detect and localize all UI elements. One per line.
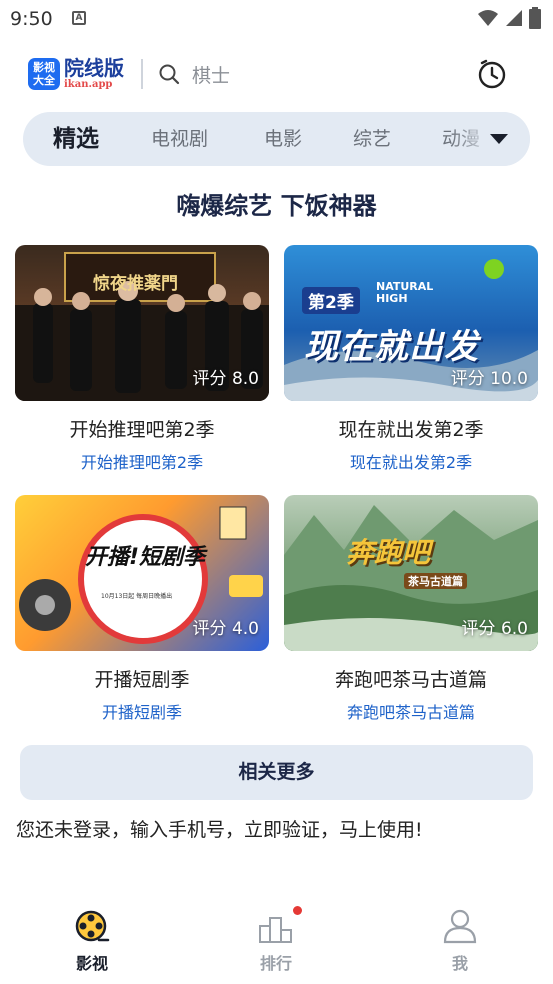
nav-label: 排行: [259, 954, 292, 973]
show-title[interactable]: 开播短剧季: [15, 665, 269, 692]
poster-title: 现在就出发: [304, 327, 479, 367]
section-title: 嗨爆综艺 下饭神器: [176, 192, 377, 220]
poster-english: NATURAL HIGH: [376, 280, 434, 305]
show-poster[interactable]: 第2季 NATURAL HIGH 现在就出发 评分 10.0: [284, 245, 538, 401]
poster-badge: 第2季: [302, 287, 360, 314]
bottom-nav: 影视 排行 我: [0, 900, 553, 984]
show-card[interactable]: 奔跑吧 茶马古道篇 评分 6.0 奔跑吧茶马古道篇 奔跑吧茶马古道篇: [284, 495, 538, 723]
show-card[interactable]: 开播!短剧季 10月13日起 每周日晚播出 评分 4.0 开播短剧季 开播短剧季: [15, 495, 269, 723]
logo-title: 院线版: [64, 56, 124, 80]
battery-icon: [529, 7, 541, 29]
logo-badge-line2: 大全: [33, 73, 55, 87]
show-card[interactable]: 惊夜推薬門 评分 8.0 开始推理吧第2季 开始推理吧第2季: [15, 245, 269, 473]
tab-tv-series[interactable]: 电视剧: [151, 112, 208, 166]
nav-label: 影视: [75, 954, 108, 973]
rating-label: 评分 10.0: [450, 369, 528, 389]
show-subtitle[interactable]: 开始推理吧第2季: [15, 449, 269, 473]
film-reel-icon: [74, 908, 110, 944]
search-icon[interactable]: [158, 63, 180, 85]
logo-domain: ikan.app: [64, 79, 113, 90]
logo-badge: 影视 大全: [28, 57, 60, 90]
history-icon[interactable]: [476, 58, 508, 90]
signal-icon: [506, 10, 522, 26]
podium-icon: [258, 906, 302, 944]
show-title[interactable]: 奔跑吧茶马古道篇: [284, 665, 538, 692]
user-icon: [442, 908, 478, 944]
more-button[interactable]: 相关更多: [20, 745, 533, 800]
header-divider: [141, 59, 143, 89]
notification-icon: A: [72, 11, 86, 25]
show-title[interactable]: 现在就出发第2季: [284, 415, 538, 442]
app-header: 影视 大全 院线版 ikan.app 棋士: [0, 50, 553, 100]
category-tabs: 精选 电视剧 电影 综艺 动漫: [23, 112, 530, 166]
poster-title: 奔跑吧: [346, 536, 431, 569]
nav-item-me[interactable]: 我: [410, 900, 510, 974]
show-title[interactable]: 开始推理吧第2季: [15, 415, 269, 442]
show-subtitle[interactable]: 现在就出发第2季: [284, 449, 538, 473]
rating-label: 评分 8.0: [192, 369, 259, 389]
nav-item-ranking[interactable]: 排行: [226, 900, 326, 974]
nav-item-video[interactable]: 影视: [42, 900, 142, 974]
poster-subtitle: 茶马古道篇: [404, 573, 467, 589]
rating-label: 评分 6.0: [461, 619, 528, 639]
app-logo: 影视 大全 院线版 ikan.app: [28, 57, 124, 90]
wifi-icon: [478, 10, 498, 26]
login-tip[interactable]: 您还未登录，输入手机号，立即验证，马上使用!: [16, 815, 423, 842]
nav-label: 我: [451, 954, 468, 973]
tab-movies[interactable]: 电影: [264, 112, 302, 166]
logo-badge-line1: 影视: [33, 60, 55, 74]
status-time: 9:50: [10, 8, 53, 30]
poster-date: 10月13日起 每周日晚播出: [101, 593, 173, 600]
tab-variety[interactable]: 综艺: [353, 112, 391, 166]
show-card[interactable]: 第2季 NATURAL HIGH 现在就出发 评分 10.0 现在就出发第2季 …: [284, 245, 538, 473]
notification-dot: [293, 906, 302, 915]
status-icons: [477, 7, 541, 29]
poster-title: 开播!短剧季: [85, 545, 206, 570]
poster-title: 惊夜推薬門: [93, 274, 178, 294]
status-bar: 9:50 A: [0, 0, 553, 38]
show-subtitle[interactable]: 开播短剧季: [15, 699, 269, 723]
tab-featured[interactable]: 精选: [53, 112, 99, 166]
show-poster[interactable]: 奔跑吧 茶马古道篇 评分 6.0: [284, 495, 538, 651]
rating-label: 评分 4.0: [192, 619, 259, 639]
search-input[interactable]: 棋士: [192, 61, 230, 88]
show-subtitle[interactable]: 奔跑吧茶马古道篇: [284, 699, 538, 723]
show-poster[interactable]: 惊夜推薬門 评分 8.0: [15, 245, 269, 401]
show-poster[interactable]: 开播!短剧季 10月13日起 每周日晚播出 评分 4.0: [15, 495, 269, 651]
expand-tabs-icon[interactable]: [490, 134, 508, 144]
